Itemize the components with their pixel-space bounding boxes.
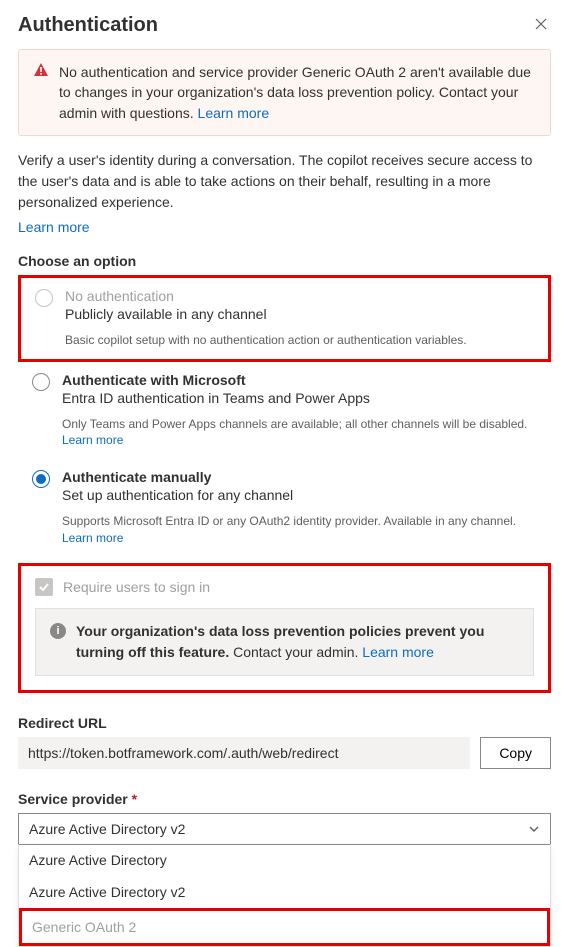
provider-option-generic-oauth2: Generic OAuth 2	[19, 908, 550, 946]
option-no-authentication: No authentication Publicly available in …	[21, 278, 548, 359]
service-provider-label: Service provider *	[18, 791, 551, 807]
require-signin-checkbox	[35, 578, 53, 596]
copy-button[interactable]: Copy	[480, 737, 551, 769]
option-authenticate-manually[interactable]: Authenticate manually Set up authenticat…	[18, 459, 551, 557]
dlp-learn-more-link[interactable]: Learn more	[362, 644, 434, 660]
choose-option-label: Choose an option	[18, 253, 551, 269]
option-subtitle: Entra ID authentication in Teams and Pow…	[62, 390, 539, 406]
provider-option-aad-v2[interactable]: Azure Active Directory v2	[19, 876, 550, 908]
intro-learn-more-link[interactable]: Learn more	[18, 219, 90, 235]
banner-learn-more-link[interactable]: Learn more	[198, 105, 270, 121]
dlp-warning-banner: No authentication and service provider G…	[18, 49, 551, 136]
service-provider-selected: Azure Active Directory v2	[29, 821, 185, 837]
option-description: Only Teams and Power Apps channels are a…	[62, 417, 527, 431]
redirect-url-label: Redirect URL	[18, 715, 551, 731]
dlp-block-note: i Your organization's data loss preventi…	[35, 608, 534, 676]
radio-no-auth	[35, 289, 53, 307]
option-subtitle: Publicly available in any channel	[65, 306, 536, 322]
intro-text: Verify a user's identity during a conver…	[18, 150, 551, 213]
service-provider-select[interactable]: Azure Active Directory v2	[18, 813, 551, 845]
require-signin-checkbox-row: Require users to sign in	[35, 578, 534, 596]
warning-icon	[33, 62, 49, 123]
option-title: Authenticate manually	[62, 469, 539, 485]
option-subtitle: Set up authentication for any channel	[62, 487, 539, 503]
service-provider-dropdown: Azure Active Directory Azure Active Dire…	[18, 844, 551, 947]
dlp-note-rest: Contact your admin.	[229, 644, 362, 660]
provider-option-aad[interactable]: Azure Active Directory	[19, 844, 550, 876]
close-button[interactable]	[531, 16, 551, 35]
page-title: Authentication	[18, 14, 158, 37]
radio-ms-auth[interactable]	[32, 373, 50, 391]
manual-learn-more-link[interactable]: Learn more	[62, 531, 123, 545]
chevron-down-icon	[528, 823, 540, 835]
redirect-url-value: https://token.botframework.com/.auth/web…	[18, 737, 470, 769]
option-description: Basic copilot setup with no authenticati…	[65, 332, 536, 349]
require-signin-label: Require users to sign in	[63, 579, 210, 595]
option-description: Supports Microsoft Entra ID or any OAuth…	[62, 514, 516, 528]
ms-learn-more-link[interactable]: Learn more	[62, 433, 123, 447]
option-title: Authenticate with Microsoft	[62, 372, 539, 388]
option-title: No authentication	[65, 288, 536, 304]
info-icon: i	[50, 623, 66, 639]
banner-text: No authentication and service provider G…	[59, 64, 531, 121]
radio-manual-auth[interactable]	[32, 470, 50, 488]
option-authenticate-microsoft[interactable]: Authenticate with Microsoft Entra ID aut…	[18, 362, 551, 460]
